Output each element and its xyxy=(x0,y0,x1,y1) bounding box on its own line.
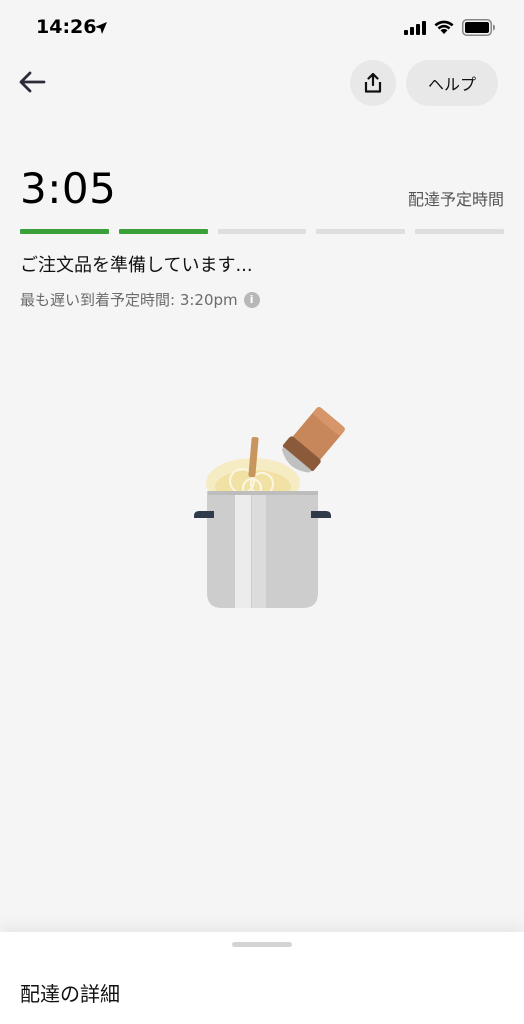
eta-time: 3:05 xyxy=(20,164,117,213)
progress-segment-1 xyxy=(20,229,109,234)
progress-segment-3 xyxy=(217,229,307,234)
delivery-details-sheet[interactable]: 配達の詳細 xyxy=(0,932,524,1024)
info-icon[interactable]: i xyxy=(243,291,260,308)
share-button[interactable] xyxy=(350,60,396,106)
progress-segment-5 xyxy=(415,229,504,234)
back-arrow-icon xyxy=(19,71,46,93)
eta-label: 配達予定時間 xyxy=(407,190,504,209)
help-button[interactable]: ヘルプ xyxy=(406,60,498,106)
sheet-title: 配達の詳細 xyxy=(20,982,120,1006)
progress-segment-2 xyxy=(118,229,208,234)
order-status-message: ご注文品を準備しています... xyxy=(20,255,253,276)
wifi-icon xyxy=(434,20,454,34)
order-progress-bar xyxy=(20,229,504,234)
signal-icon xyxy=(404,21,426,35)
latest-arrival-text: 最も遅い到着予定時間: 3:20pm xyxy=(20,291,238,309)
back-button[interactable] xyxy=(14,64,50,100)
cooking-pot-illustration xyxy=(194,406,345,608)
sheet-drag-handle[interactable] xyxy=(232,942,292,947)
location-arrow-icon xyxy=(95,22,107,34)
latest-arrival-row: 最も遅い到着予定時間: 3:20pm i xyxy=(20,289,260,310)
status-time: 14:26 xyxy=(36,16,97,38)
battery-icon xyxy=(462,19,495,36)
status-bar: 14:26 xyxy=(0,0,524,58)
share-icon xyxy=(364,73,382,93)
progress-segment-4 xyxy=(316,229,406,234)
